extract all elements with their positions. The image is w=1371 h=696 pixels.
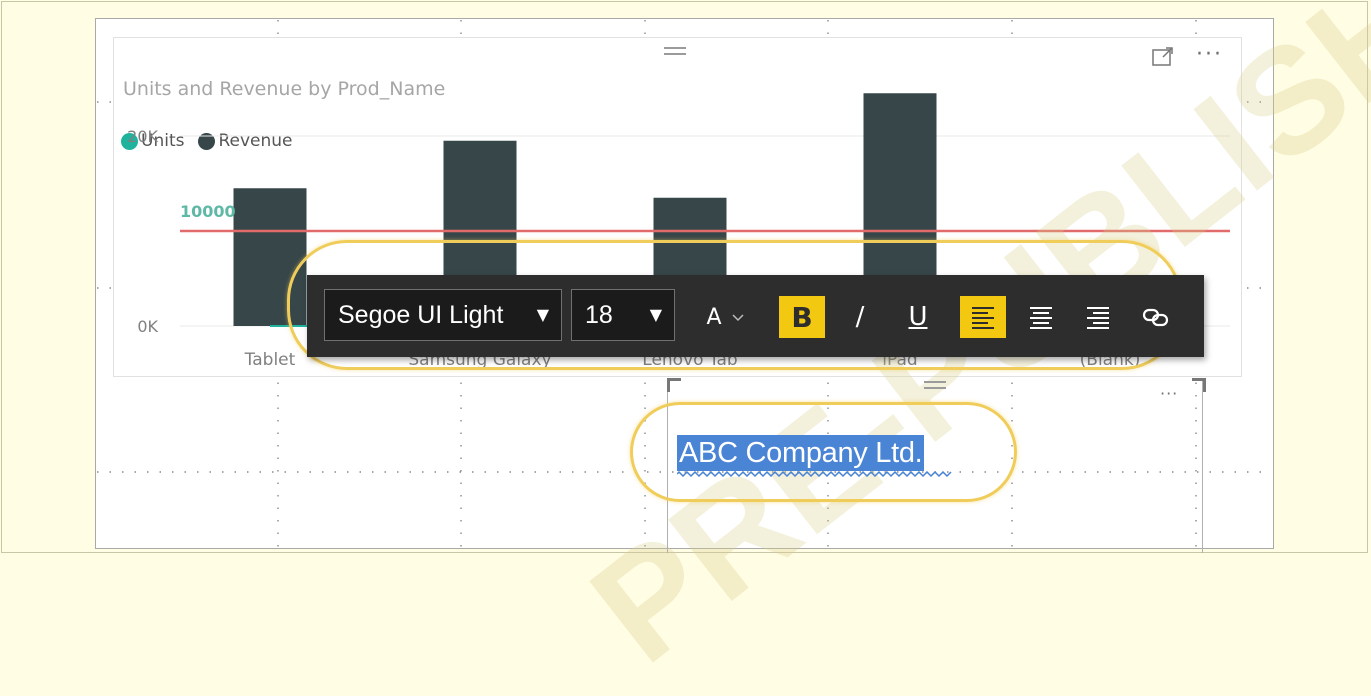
align-center-button[interactable] [1018, 296, 1064, 338]
spellcheck-underline [677, 471, 952, 477]
chart-title: Units and Revenue by Prod_Name [123, 78, 446, 100]
more-options-icon[interactable]: ··· [1196, 42, 1223, 67]
underline-button[interactable]: U [895, 296, 941, 338]
legend-label-units: Units [141, 131, 185, 151]
font-color-button[interactable]: A [697, 296, 755, 338]
align-left-icon [972, 307, 994, 329]
font-family-value: Segoe UI Light [338, 300, 504, 329]
resize-handle-top-right[interactable] [1192, 378, 1206, 392]
focus-mode-icon[interactable] [1152, 47, 1174, 72]
link-icon [1142, 308, 1169, 327]
textbox-selected-text[interactable]: ABC Company Ltd. [677, 435, 925, 471]
font-family-dropdown-icon: ▼ [536, 305, 549, 324]
italic-button[interactable]: / [837, 296, 883, 338]
textbox-drag-handle[interactable] [924, 381, 946, 389]
bold-button[interactable]: B [779, 296, 825, 338]
legend-dot-revenue [198, 132, 216, 150]
font-size-dropdown-icon: ▼ [649, 305, 662, 324]
focus-mode-icon-glyph [1152, 47, 1173, 66]
legend-dot-units [121, 132, 138, 150]
font-family-select[interactable]: Segoe UI Light ▼ [324, 289, 562, 341]
font-size-value: 18 [585, 300, 613, 329]
font-size-select[interactable]: 18 ▼ [571, 289, 675, 341]
resize-handle-top-left[interactable] [667, 378, 681, 392]
font-color-label: A [706, 304, 722, 330]
legend-item-revenue[interactable]: Revenue [198, 131, 293, 151]
align-right-icon [1087, 307, 1109, 329]
chart-legend: Units Revenue [121, 131, 307, 151]
legend-label-revenue: Revenue [218, 131, 293, 151]
text-format-toolbar: Segoe UI Light ▼ 18 ▼ A B / U [307, 275, 1204, 357]
align-left-button[interactable] [960, 296, 1006, 338]
legend-item-units[interactable]: Units [121, 131, 184, 151]
textbox-more-options-icon[interactable]: ··· [1160, 384, 1178, 403]
align-center-icon [1030, 307, 1052, 329]
visual-drag-handle[interactable] [664, 47, 686, 55]
chevron-down-icon [732, 314, 744, 322]
insert-link-button[interactable] [1133, 296, 1179, 338]
align-right-button[interactable] [1075, 296, 1121, 338]
